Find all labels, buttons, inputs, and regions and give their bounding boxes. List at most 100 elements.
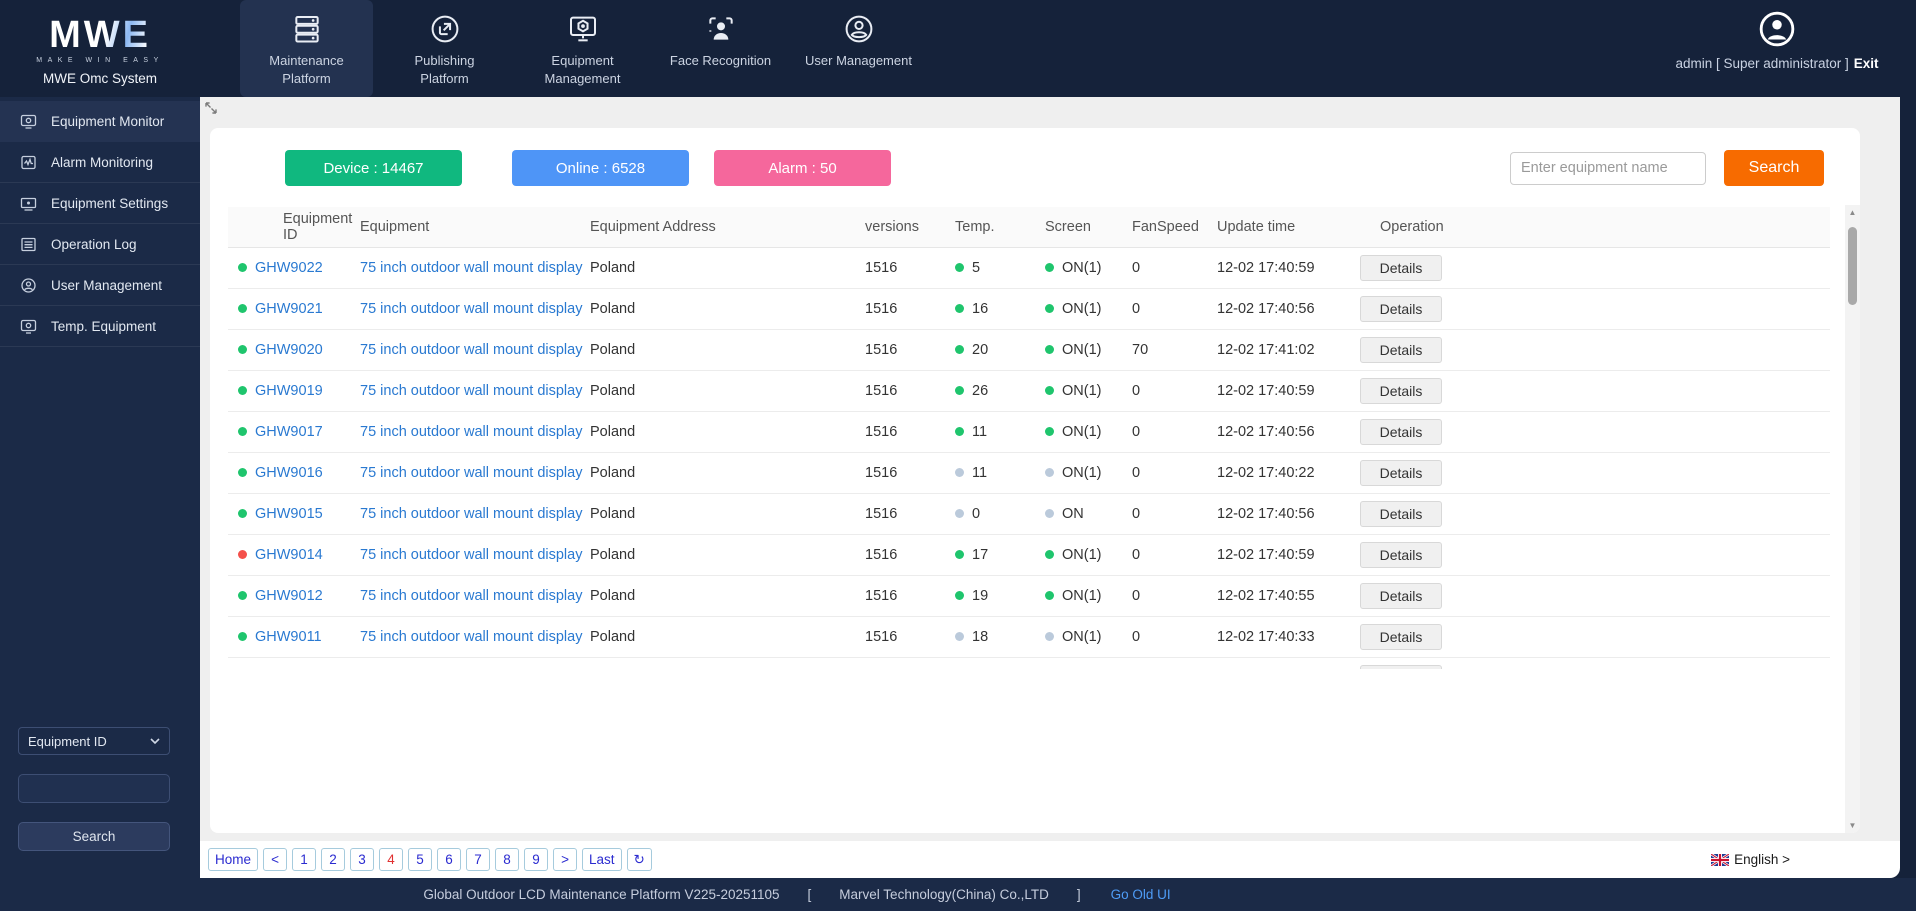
page-last[interactable]: Last	[582, 848, 622, 871]
equipment-id-link[interactable]: GHW9020	[255, 342, 323, 358]
stat-alarm-button[interactable]: Alarm : 50	[714, 150, 891, 186]
equipment-id-link[interactable]: GHW9015	[255, 506, 323, 522]
details-button[interactable]: Details	[1360, 459, 1442, 486]
temp-status-dot	[955, 304, 964, 313]
equipment-name-link[interactable]: 75 inch outdoor wall mount display	[360, 260, 582, 276]
equipment-id-link[interactable]: GHW9019	[255, 383, 323, 399]
details-button[interactable]: Details	[1360, 336, 1442, 363]
page-1[interactable]: 1	[292, 848, 317, 871]
logo: MWE MAKE WIN EASY MWE Omc System	[0, 0, 200, 97]
page-home[interactable]: Home	[208, 848, 259, 871]
equipment-name-link[interactable]: 75 inch outdoor wall mount display	[360, 342, 582, 358]
exit-link[interactable]: Exit	[1854, 56, 1879, 71]
equipment-address: Poland	[590, 259, 636, 276]
top-nav-user-management[interactable]: User Management	[792, 0, 925, 97]
temp-status-dot	[955, 427, 964, 436]
sidebar-item-operation-log[interactable]: Operation Log	[0, 224, 200, 265]
page-4[interactable]: 4	[379, 848, 404, 871]
details-button[interactable]: Details	[1360, 418, 1442, 445]
stats-row: Device : 14467 Online : 6528 Alarm : 50 Se…	[210, 150, 1842, 186]
details-button[interactable]: Details	[1360, 377, 1442, 404]
equipment-name-link[interactable]: 75 inch outdoor wall mount display	[360, 424, 582, 440]
page-7[interactable]: 7	[466, 848, 491, 871]
table-row: GHW9015 75 inch outdoor wall mount displa…	[228, 493, 1830, 534]
stat-device-button[interactable]: Device : 14467	[285, 150, 462, 186]
update-time: 12-02 17:40:22	[1217, 464, 1315, 481]
details-button[interactable]: Details	[1360, 582, 1442, 609]
top-nav-publishing-platform[interactable]: Publishing Platform	[378, 0, 511, 97]
update-time: 12-02 17:40:55	[1217, 587, 1315, 604]
refresh-icon[interactable]: ↻	[626, 848, 652, 871]
sidebar-item-user-management[interactable]: User Management	[0, 265, 200, 306]
language-selector[interactable]: English >	[1711, 852, 1790, 867]
update-time: 12-02 17:40:56	[1217, 300, 1315, 317]
equipment-name-link[interactable]: 75 inch outdoor wall mount display	[360, 547, 582, 563]
equipment-id-link[interactable]: GHW9017	[255, 424, 323, 440]
filter-input[interactable]	[18, 774, 170, 803]
page-prev[interactable]: <	[263, 848, 288, 871]
table-scrollbar[interactable]: ▲ ▼	[1845, 205, 1860, 833]
sidebar-item-alarm-monitoring[interactable]: Alarm Monitoring	[0, 142, 200, 183]
sidebar-item-equipment-monitor[interactable]: Equipment Monitor	[0, 101, 200, 142]
sidebar-search-button[interactable]: Search	[18, 822, 170, 851]
top-nav-equipment-management[interactable]: Equipment Management	[516, 0, 649, 97]
footer-company: Marvel Technology(China) Co.,LTD	[839, 887, 1049, 902]
stat-online-button[interactable]: Online : 6528	[512, 150, 689, 186]
column-header-fanspeed: FanSpeed	[1132, 218, 1199, 235]
collapse-panel-icon[interactable]	[203, 100, 219, 116]
page-5[interactable]: 5	[408, 848, 433, 871]
screen-status-dot	[1045, 632, 1054, 641]
details-button[interactable]: Details	[1360, 295, 1442, 322]
details-button[interactable]: Details	[1360, 541, 1442, 568]
avatar-icon[interactable]	[1758, 10, 1796, 48]
scroll-up-icon[interactable]: ▲	[1845, 205, 1860, 220]
equipment-name-link[interactable]: 75 inch outdoor wall mount display	[360, 301, 582, 317]
equipment-name-link[interactable]: 75 inch outdoor wall mount display	[360, 465, 582, 481]
equipment-id-link[interactable]: GHW9022	[255, 260, 323, 276]
details-button[interactable]: Details	[1360, 500, 1442, 527]
equipment-id-link[interactable]: GHW9014	[255, 547, 323, 563]
scroll-down-icon[interactable]: ▼	[1845, 818, 1860, 833]
equipment-status-dot	[238, 509, 247, 518]
equipment-id-link[interactable]: GHW9012	[255, 588, 323, 604]
details-button[interactable]: Details	[1360, 254, 1442, 281]
sidebar-item-label: User Management	[51, 277, 163, 293]
footer-version: Global Outdoor LCD Maintenance Platform …	[423, 887, 780, 902]
scrollbar-thumb[interactable]	[1848, 227, 1857, 305]
top-nav-maintenance-platform[interactable]: Maintenance Platform	[240, 0, 373, 97]
details-button[interactable]: Details	[1360, 664, 1442, 669]
sidebar-item-temp-equipment[interactable]: Temp. Equipment	[0, 306, 200, 347]
equipment-name-link[interactable]: 75 inch outdoor wall mount display	[360, 506, 582, 522]
uk-flag-icon	[1711, 853, 1730, 866]
equipment-address: Poland	[590, 464, 636, 481]
go-old-ui-link[interactable]: Go Old UI	[1111, 887, 1171, 902]
user-block[interactable]: admin [ Super administrator ] Exit	[1662, 10, 1892, 71]
update-time: 12-02 17:40:59	[1217, 546, 1315, 563]
page-8[interactable]: 8	[495, 848, 520, 871]
page-6[interactable]: 6	[437, 848, 462, 871]
page-2[interactable]: 2	[321, 848, 346, 871]
face-scan-icon	[705, 13, 737, 45]
fan-speed: 0	[1132, 505, 1141, 522]
page-next[interactable]: >	[553, 848, 578, 871]
system-name: MWE Omc System	[43, 70, 157, 86]
equipment-id-link[interactable]: GHW9011	[255, 629, 322, 645]
equipment-id-link[interactable]: GHW9016	[255, 465, 323, 481]
top-nav-label: Maintenance Platform	[269, 53, 344, 86]
equipment-table: Equipment ID Equipment Equipment Address ve…	[228, 207, 1830, 669]
top-nav-face-recognition[interactable]: Face Recognition	[654, 0, 787, 97]
search-button[interactable]: Search	[1724, 150, 1824, 186]
column-header-screen: Screen	[1045, 218, 1091, 235]
sidebar-item-equipment-settings[interactable]: Equipment Settings	[0, 183, 200, 224]
equipment-status-dot	[238, 591, 247, 600]
equipment-name-link[interactable]: 75 inch outdoor wall mount display	[360, 629, 582, 645]
filter-type-select[interactable]: Equipment ID	[18, 727, 170, 755]
equipment-name-link[interactable]: 75 inch outdoor wall mount display	[360, 588, 582, 604]
page-3[interactable]: 3	[350, 848, 375, 871]
details-button[interactable]: Details	[1360, 623, 1442, 650]
update-time: 12-02 17:40:59	[1217, 259, 1315, 276]
equipment-id-link[interactable]: GHW9021	[255, 301, 323, 317]
page-9[interactable]: 9	[524, 848, 549, 871]
equipment-name-link[interactable]: 75 inch outdoor wall mount display	[360, 383, 582, 399]
equipment-search-input[interactable]	[1510, 151, 1706, 185]
